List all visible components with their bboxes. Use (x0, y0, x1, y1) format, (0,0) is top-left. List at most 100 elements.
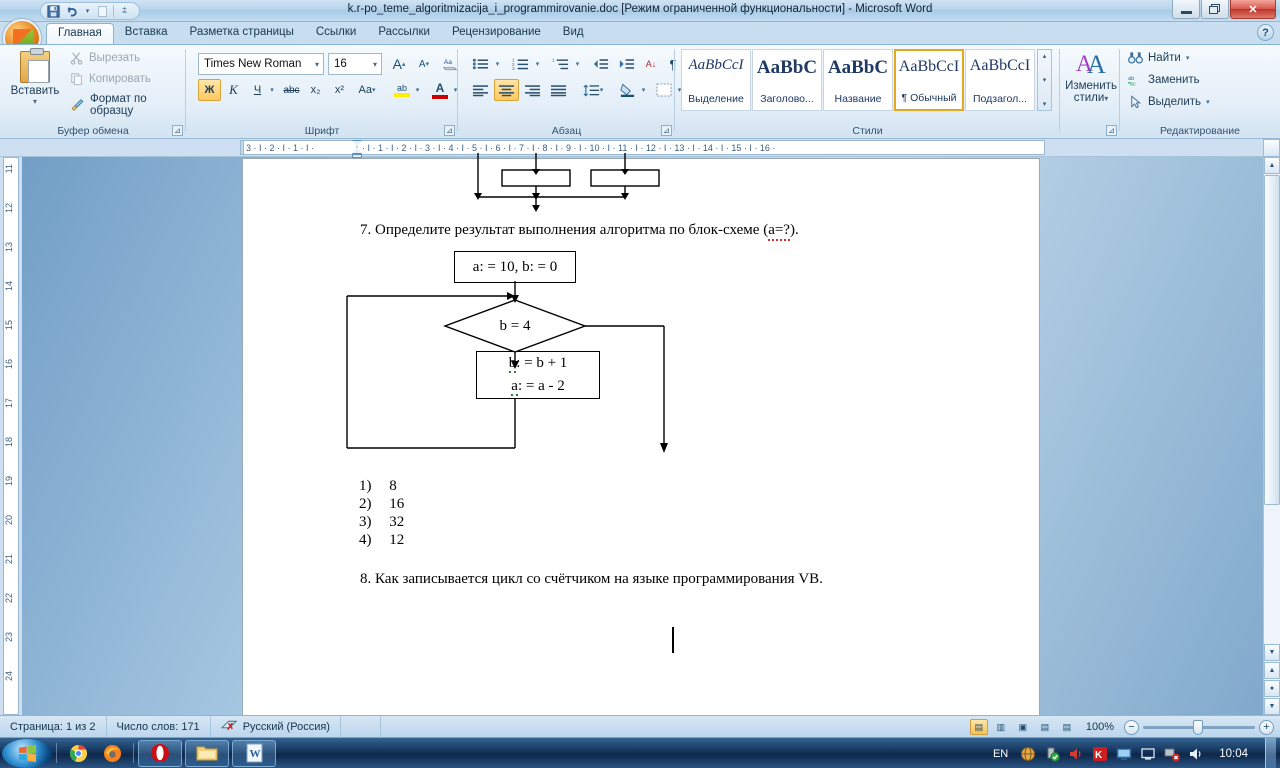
increase-indent-button[interactable] (614, 53, 639, 75)
network-globe-icon[interactable] (1019, 745, 1036, 762)
next-page-button[interactable]: ▼ (1264, 698, 1280, 715)
highlight-caret-icon[interactable]: ▾ (412, 79, 423, 101)
multilevel-caret-icon[interactable]: ▾ (572, 53, 583, 75)
align-center-button[interactable] (494, 79, 519, 101)
style-item-normal[interactable]: AaBbCcI ¶ Обычный (894, 49, 964, 111)
taskbar-clock[interactable]: 10:04 (1211, 748, 1256, 760)
strikethrough-button[interactable]: abc (280, 79, 303, 101)
text-highlight-button[interactable]: ab (390, 79, 414, 101)
language-status[interactable]: Русский (Россия) (211, 715, 341, 738)
scroll-up-button[interactable]: ▲ (1264, 157, 1280, 174)
chrome-icon[interactable] (61, 739, 95, 767)
shrink-font-button[interactable]: A ▾ (412, 53, 436, 75)
grow-font-button[interactable]: A ▴ (386, 53, 412, 75)
select-browse-object-button[interactable]: ● (1264, 680, 1280, 697)
tab-insert[interactable]: Вставка (114, 23, 179, 44)
scrollbar-thumb[interactable] (1264, 175, 1280, 505)
previous-page-button[interactable]: ▲ (1264, 662, 1280, 679)
select-button[interactable]: Выделить ▾ (1128, 95, 1210, 109)
tab-home[interactable]: Главная (46, 23, 114, 44)
align-right-button[interactable] (520, 79, 545, 101)
paste-caret-icon[interactable]: ▾ (8, 97, 62, 106)
help-button[interactable]: ? (1257, 24, 1274, 41)
vertical-scrollbar[interactable]: ▲ ▼ ▲ ● ▼ (1263, 157, 1280, 715)
network-error-icon[interactable] (1163, 745, 1180, 762)
superscript-button[interactable]: x² (328, 79, 351, 101)
taskbar-item-opera[interactable] (138, 739, 182, 767)
cut-button[interactable]: Вырезать (70, 51, 140, 65)
page-number-status[interactable]: Страница: 1 из 2 (0, 715, 107, 738)
taskbar-item-word[interactable]: W (232, 739, 276, 767)
font-dialog-launcher[interactable]: ⊿ (444, 125, 455, 136)
zoom-level-label[interactable]: 100% (1086, 721, 1114, 733)
zoom-in-button[interactable]: + (1259, 719, 1274, 735)
numbering-caret-icon[interactable]: ▾ (532, 53, 543, 75)
taskbar-item-explorer[interactable] (185, 739, 229, 767)
format-painter-button[interactable]: Формат по образцу (70, 93, 186, 117)
zoom-slider[interactable] (1143, 719, 1255, 735)
show-desktop-button[interactable] (1265, 738, 1276, 768)
decrease-indent-button[interactable] (588, 53, 613, 75)
bullets-caret-icon[interactable]: ▾ (492, 53, 503, 75)
italic-button[interactable]: К (222, 79, 245, 101)
outline-view-button[interactable]: ▤ (1036, 719, 1054, 735)
speaker-icon[interactable] (1187, 745, 1204, 762)
gallery-scroll-down-icon[interactable]: ▾ (1043, 76, 1047, 84)
bold-button[interactable]: Ж (198, 79, 221, 101)
shading-caret-icon[interactable]: ▾ (638, 79, 649, 101)
replace-button[interactable]: ab ac Заменить (1128, 73, 1200, 87)
tab-view[interactable]: Вид (552, 23, 595, 44)
restore-button[interactable] (1201, 0, 1229, 19)
tab-references[interactable]: Ссылки (305, 23, 368, 44)
style-item-heading[interactable]: AaBbC Заголово... (752, 49, 822, 111)
sort-button[interactable]: А↓ (640, 53, 662, 75)
firefox-icon[interactable] (95, 739, 129, 767)
styles-dialog-launcher[interactable]: ⊿ (1106, 125, 1117, 136)
change-styles-button[interactable]: A A Изменить стили▾ (1064, 50, 1118, 105)
styles-gallery-scroll[interactable]: ▴ ▾ ▾ (1037, 49, 1052, 111)
close-button[interactable]: ✕ (1230, 0, 1276, 19)
document-page[interactable]: 7. Определите результат выполнения алгор… (242, 153, 1040, 715)
shading-button[interactable] (614, 79, 640, 101)
scroll-down-button[interactable]: ▼ (1264, 644, 1280, 661)
paste-button[interactable]: Вставить ▾ (8, 48, 62, 113)
view-ruler-button[interactable] (1263, 139, 1280, 157)
tray-language-indicator[interactable]: EN (993, 748, 1012, 760)
find-caret-icon[interactable]: ▾ (1186, 54, 1190, 62)
monitor-icon[interactable] (1115, 745, 1132, 762)
gallery-more-icon[interactable]: ▾ (1043, 100, 1047, 108)
change-case-button[interactable]: Aa ▾ (352, 79, 382, 101)
find-button[interactable]: Найти ▾ (1128, 51, 1189, 65)
select-caret-icon[interactable]: ▾ (1206, 98, 1210, 106)
zoom-slider-thumb[interactable] (1193, 719, 1203, 735)
subscript-button[interactable]: x₂ (304, 79, 327, 101)
font-size-input[interactable]: 16 ▾ (328, 53, 382, 75)
style-item-emphasis[interactable]: AaBbCcI Выделение (681, 49, 751, 111)
start-button[interactable] (2, 738, 52, 768)
copy-button[interactable]: Копировать (70, 72, 151, 86)
multilevel-list-button[interactable]: 1 (548, 53, 573, 75)
display-icon[interactable] (1139, 745, 1156, 762)
clipboard-dialog-launcher[interactable]: ⊿ (172, 125, 183, 136)
volume-icon[interactable] (1067, 745, 1084, 762)
vertical-ruler[interactable]: 11 12 13 14 15 16 17 18 19 20 21 22 23 2… (0, 157, 22, 715)
font-size-caret-icon[interactable]: ▾ (373, 60, 377, 69)
tab-review[interactable]: Рецензирование (441, 23, 552, 44)
style-item-subtitle[interactable]: AaBbCcI Подзагол... (965, 49, 1035, 111)
font-color-button[interactable]: A (428, 79, 452, 101)
word-count-status[interactable]: Число слов: 171 (107, 715, 211, 738)
font-name-caret-icon[interactable]: ▾ (315, 60, 319, 69)
style-item-title[interactable]: AaBbC Название (823, 49, 893, 111)
gallery-scroll-up-icon[interactable]: ▴ (1043, 52, 1047, 60)
minimize-button[interactable] (1172, 0, 1200, 19)
borders-button[interactable] (652, 79, 676, 101)
change-styles-caret-icon[interactable]: ▾ (1104, 94, 1108, 103)
font-name-input[interactable]: Times New Roman ▾ (198, 53, 324, 75)
align-left-button[interactable] (468, 79, 493, 101)
web-layout-view-button[interactable]: ▣ (1014, 719, 1032, 735)
justify-button[interactable] (546, 79, 571, 101)
numbering-button[interactable]: 123 (508, 53, 533, 75)
kaspersky-icon[interactable]: K (1091, 745, 1108, 762)
draft-view-button[interactable]: ▤ (1058, 719, 1076, 735)
bullets-button[interactable] (468, 53, 493, 75)
